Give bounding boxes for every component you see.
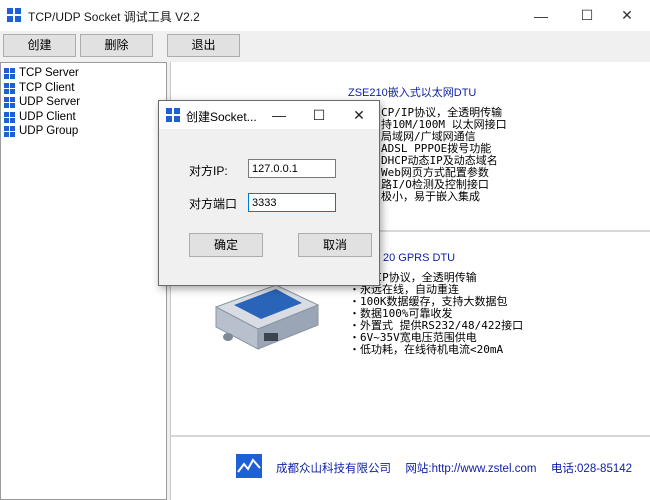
tree-item-label: TCP Client — [19, 81, 75, 94]
ok-button[interactable]: 确定 — [189, 233, 263, 257]
tree-item-tcp-server[interactable]: TCP Server — [1, 66, 166, 81]
tree-item-udp-client[interactable]: UDP Client — [1, 110, 166, 125]
create-button[interactable]: 创建 — [3, 34, 76, 57]
product1-title: ZSE210嵌入式以太网DTU — [348, 87, 477, 99]
website-link[interactable]: http://www.zstel.com — [432, 463, 537, 475]
company-info: 成都众山科技有限公司 网站:http://www.zstel.com 电话:02… — [276, 460, 632, 476]
app-grid-icon — [166, 108, 180, 122]
minimize-icon: — — [534, 7, 548, 24]
dialog-minimize-button[interactable]: — — [259, 101, 299, 129]
product1-features: CP/IP协议，全透明传输 持10M/100M 以太网接口 局域网/广域网通信 … — [381, 107, 507, 203]
feature-line: ・低功耗，在线待机电流<20mA — [349, 343, 504, 356]
tree-item-tcp-client[interactable]: TCP Client — [1, 81, 166, 96]
exit-button[interactable]: 退出 — [167, 34, 240, 57]
toolbar: 创建 删除 退出 — [0, 31, 650, 61]
company-name: 成都众山科技有限公司 — [276, 463, 391, 475]
dialog-title-bar: 创建Socket... — ☐ ✕ — [159, 101, 379, 129]
phone-number: 028-85142 — [577, 463, 633, 475]
grid-icon — [4, 111, 15, 123]
close-icon: ✕ — [353, 106, 365, 123]
window-title: TCP/UDP Socket 调试工具 V2.2 — [28, 10, 200, 24]
tree-item-label: UDP Client — [19, 110, 76, 123]
close-button[interactable]: ✕ — [604, 0, 650, 31]
title-bar: TCP/UDP Socket 调试工具 V2.2 — ☐ ✕ — [0, 0, 650, 31]
dialog-maximize-button[interactable]: ☐ — [299, 101, 339, 129]
dialog-close-button[interactable]: ✕ — [339, 101, 379, 129]
minimize-button[interactable]: — — [518, 0, 564, 31]
socket-tree[interactable]: TCP Server TCP Client UDP Server UDP Cli… — [0, 62, 167, 500]
tree-item-udp-server[interactable]: UDP Server — [1, 95, 166, 110]
tree-item-label: UDP Group — [19, 125, 79, 137]
port-field[interactable]: 3333 — [248, 193, 336, 212]
tree-item-udp-group[interactable]: UDP Group — [1, 124, 166, 139]
grid-icon — [4, 82, 15, 94]
app-grid-icon — [7, 8, 21, 22]
maximize-icon: ☐ — [580, 7, 594, 23]
feature-line: 极小，易于嵌入集成 — [381, 190, 480, 203]
dialog-title: 创建Socket... — [186, 110, 257, 124]
port-label: 对方端口 — [189, 197, 238, 211]
create-socket-dialog: 创建Socket... — ☐ ✕ 对方IP: 127.0.0.1 对方端口 3… — [158, 100, 380, 286]
minimize-icon: — — [272, 107, 286, 123]
company-logo-icon — [236, 454, 262, 478]
ip-label: 对方IP: — [189, 164, 228, 178]
grid-icon — [4, 97, 15, 108]
tree-item-label: UDP Server — [19, 96, 81, 108]
product2-title: 20 GPRS DTU — [383, 252, 456, 264]
grid-icon — [4, 126, 15, 137]
cancel-button[interactable]: 取消 — [298, 233, 372, 257]
banner-separator — [171, 435, 650, 437]
maximize-icon: ☐ — [312, 106, 326, 123]
close-icon: ✕ — [621, 7, 633, 23]
tree-item-label: TCP Server — [19, 67, 79, 79]
website-label: 网站: — [405, 463, 432, 475]
phone-label: 电话: — [550, 463, 578, 475]
delete-button[interactable]: 删除 — [80, 34, 153, 57]
ip-field[interactable]: 127.0.0.1 — [248, 159, 336, 178]
grid-icon — [4, 68, 15, 79]
